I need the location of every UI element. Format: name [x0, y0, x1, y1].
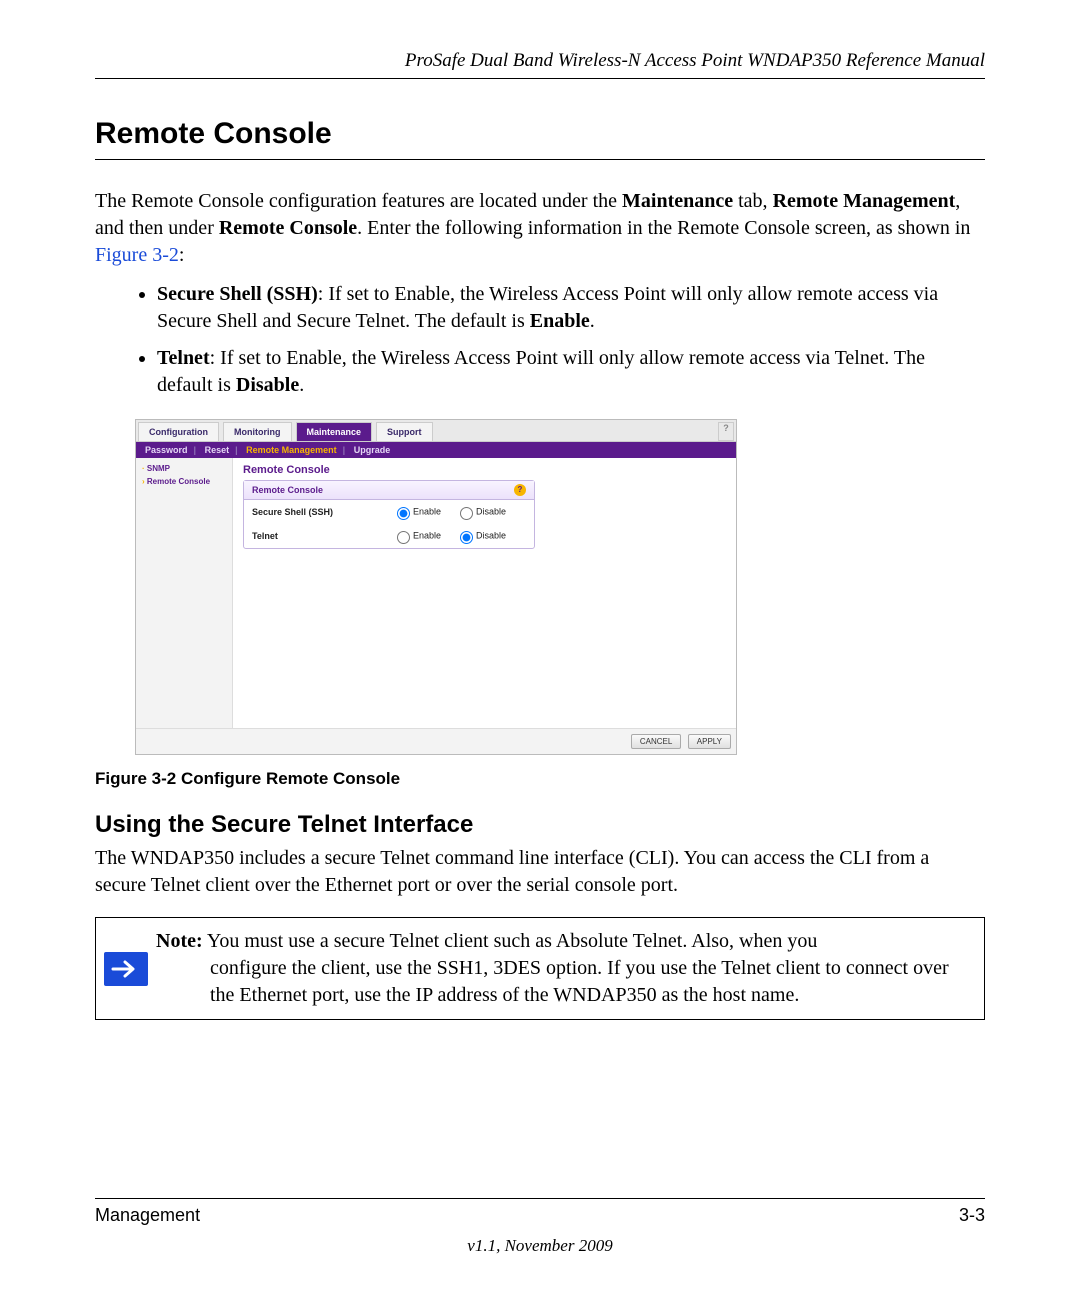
footer-version: v1.1, November 2009: [95, 1236, 985, 1256]
bullet-text: .: [590, 310, 595, 332]
note-box: Note: You must use a secure Telnet clien…: [95, 917, 985, 1020]
bullet-label-ssh: Secure Shell (SSH): [157, 283, 318, 305]
intro-bold-remote-console: Remote Console: [219, 217, 357, 239]
subsection-heading: Using the Secure Telnet Interface: [95, 811, 985, 839]
bullet-label-telnet: Telnet: [157, 347, 210, 369]
page-footer: Management 3-3 v1.1, November 2009: [95, 1198, 985, 1256]
tab-configuration[interactable]: Configuration: [138, 422, 219, 441]
tab-monitoring[interactable]: Monitoring: [223, 422, 292, 441]
row-ssh: Secure Shell (SSH) Enable Disable: [244, 500, 534, 524]
intro-text: . Enter the following information in the…: [357, 217, 970, 239]
bullet-default: Disable: [236, 374, 299, 396]
footer-page-number: 3-3: [959, 1205, 985, 1226]
figure-screenshot: Configuration Monitoring Maintenance Sup…: [135, 419, 737, 755]
note-icon-cell: [96, 918, 156, 1019]
panel-title: Remote Console: [243, 464, 726, 476]
subsection-text: The WNDAP350 includes a secure Telnet co…: [95, 845, 985, 899]
figure-caption: Figure 3-2 Configure Remote Console: [95, 769, 985, 789]
radio-telnet-disable[interactable]: Disable: [455, 528, 506, 544]
intro-text: The Remote Console configuration feature…: [95, 190, 622, 212]
row-telnet: Telnet Enable Disable: [244, 524, 534, 548]
note-rest: configure the client, use the SSH1, 3DES…: [156, 955, 972, 1009]
list-item: Secure Shell (SSH): If set to Enable, th…: [157, 281, 985, 335]
subtab-remote-management[interactable]: Remote Management: [246, 445, 337, 455]
main-panel: Remote Console Remote Console ? Secure S…: [233, 458, 736, 728]
row-label: Secure Shell (SSH): [252, 507, 392, 517]
section-heading: Remote Console: [95, 117, 985, 160]
subtab-reset[interactable]: Reset: [205, 445, 230, 455]
note-text: Note: You must use a secure Telnet clien…: [156, 918, 984, 1019]
tab-support[interactable]: Support: [376, 422, 433, 441]
remote-console-box: Remote Console ? Secure Shell (SSH) Enab…: [243, 480, 535, 549]
intro-paragraph: The Remote Console configuration feature…: [95, 188, 985, 269]
radio-ssh-enable[interactable]: Enable: [392, 504, 441, 520]
intro-text: :: [179, 244, 185, 266]
screenshot-footer: CANCEL APPLY: [136, 728, 736, 754]
intro-bold-remote-management: Remote Management: [773, 190, 956, 212]
note-line1: You must use a secure Telnet client such…: [203, 930, 818, 952]
box-header-label: Remote Console: [252, 485, 323, 495]
arrow-icon: [104, 952, 148, 986]
tab-maintenance[interactable]: Maintenance: [296, 422, 373, 441]
sidebar: SNMP Remote Console: [136, 458, 233, 728]
feature-list: Secure Shell (SSH): If set to Enable, th…: [95, 281, 985, 399]
bullet-text: .: [299, 374, 304, 396]
row-label: Telnet: [252, 531, 392, 541]
bullet-default: Enable: [530, 310, 590, 332]
list-item: Telnet: If set to Enable, the Wireless A…: [157, 345, 985, 399]
intro-text: tab,: [733, 190, 772, 212]
radio-telnet-enable[interactable]: Enable: [392, 528, 441, 544]
subtab-password[interactable]: Password: [145, 445, 188, 455]
radio-ssh-disable[interactable]: Disable: [455, 504, 506, 520]
apply-button[interactable]: APPLY: [688, 734, 731, 749]
box-header: Remote Console ?: [244, 481, 534, 500]
cancel-button[interactable]: CANCEL: [631, 734, 681, 749]
sidebar-item-snmp[interactable]: SNMP: [138, 462, 230, 475]
page-header: ProSafe Dual Band Wireless-N Access Poin…: [95, 50, 985, 79]
help-icon[interactable]: ?: [514, 484, 526, 496]
subtab-upgrade[interactable]: Upgrade: [354, 445, 391, 455]
help-icon[interactable]: ?: [718, 422, 734, 441]
footer-left: Management: [95, 1205, 200, 1226]
top-tabs: Configuration Monitoring Maintenance Sup…: [136, 420, 736, 442]
sub-tabs: Password| Reset| Remote Management| Upgr…: [136, 442, 736, 458]
intro-bold-maintenance: Maintenance: [622, 190, 733, 212]
figure-link[interactable]: Figure 3-2: [95, 244, 179, 266]
sidebar-item-remote-console[interactable]: Remote Console: [138, 475, 230, 488]
note-label: Note:: [156, 930, 203, 952]
